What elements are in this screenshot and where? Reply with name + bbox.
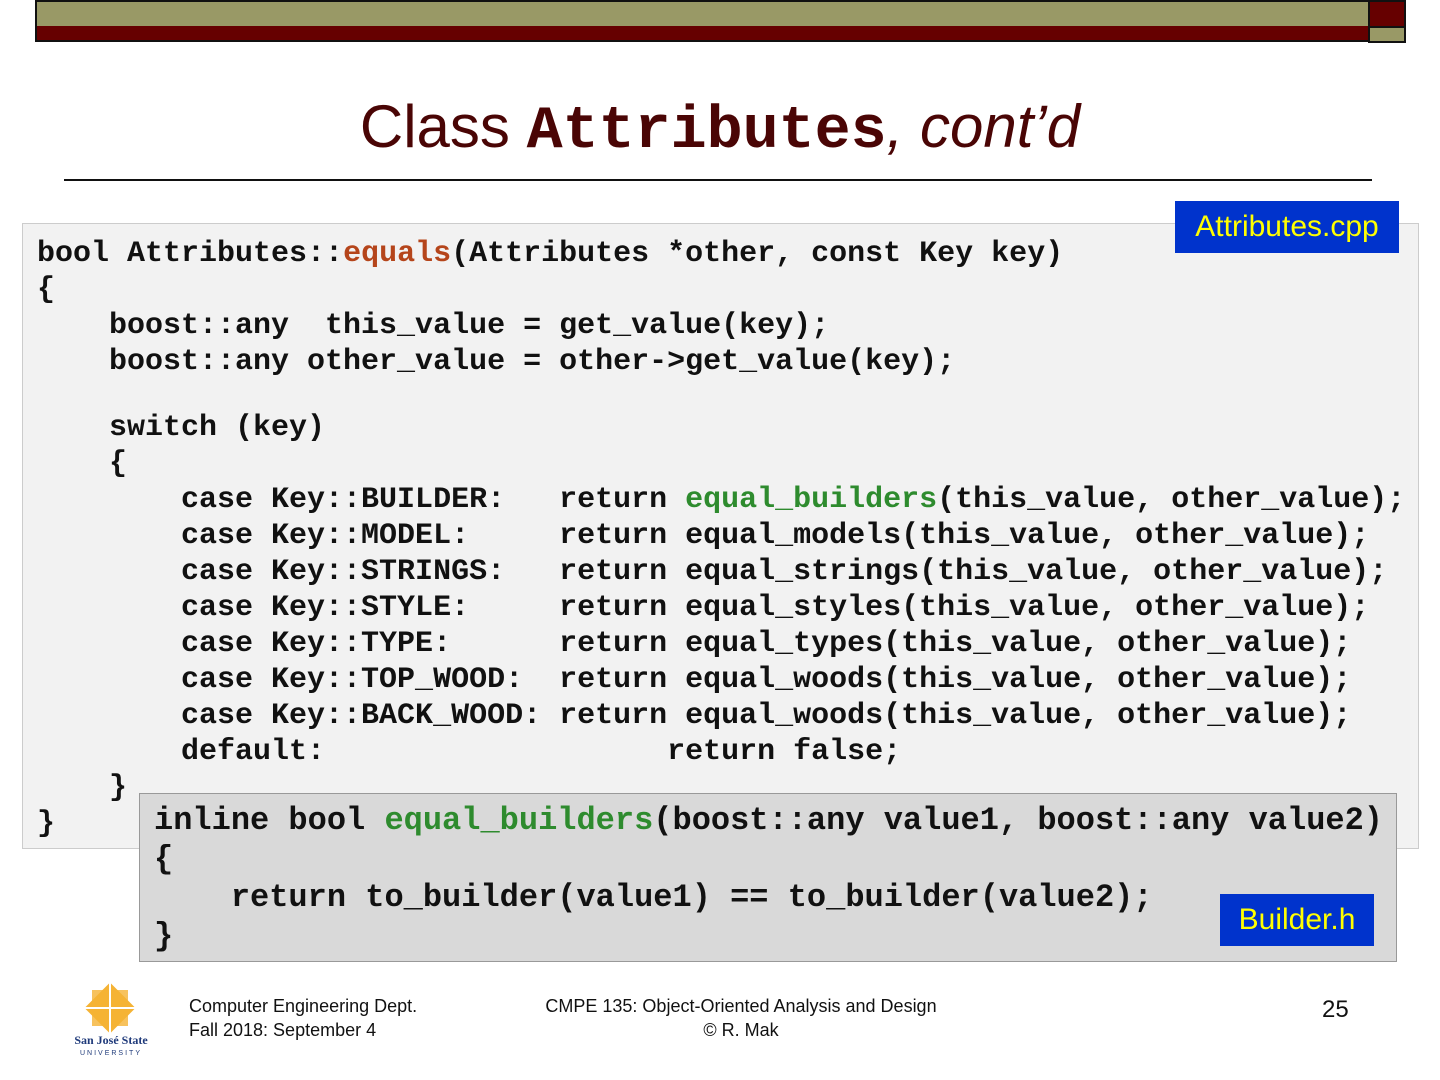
footer-author: © R. Mak (703, 1020, 779, 1040)
code-line: case Key::BUILDER: return equal_builders… (37, 482, 1418, 518)
code-line: } (154, 918, 1396, 957)
code-line: default: return false; (37, 734, 1418, 770)
footer-dept-text: Computer Engineering Dept. (189, 996, 418, 1016)
code-text: case Key::BACK_WOOD: return equal_woods(… (37, 699, 1352, 733)
code-block-inline: inline bool equal_builders(boost::any va… (139, 793, 1397, 962)
svg-text:San José State: San José State (74, 1033, 148, 1047)
svg-text:UNIVERSITY: UNIVERSITY (80, 1050, 142, 1057)
code-text: (this_value, other_value); (937, 483, 1406, 517)
footer-course-text: CMPE 135: Object-Oriented Analysis and D… (545, 996, 937, 1016)
code-text: } (37, 807, 56, 841)
page-number: 25 (1322, 996, 1349, 1023)
code-text: } (154, 917, 174, 955)
code-text: case Key::STYLE: return equal_styles(thi… (37, 591, 1370, 625)
code-text: { (37, 273, 56, 307)
code-text: case Key::TYPE: return equal_types(this_… (37, 627, 1352, 661)
code-line: inline bool equal_builders(boost::any va… (154, 802, 1396, 841)
file-label-cpp: Attributes.cpp (1175, 201, 1399, 253)
slide-title: Class Attributes, cont’d (0, 92, 1440, 167)
code-text: case Key::MODEL: return equal_models(thi… (37, 519, 1370, 553)
code-text: case Key::BUILDER: return (37, 483, 686, 517)
code-block-attributes: bool Attributes::equals(Attributes *othe… (22, 223, 1419, 849)
code-line: case Key::MODEL: return equal_models(thi… (37, 518, 1418, 554)
title-divider (64, 179, 1372, 181)
code-text: return to_builder(value1) == to_builder(… (154, 879, 1153, 916)
footer-course: CMPE 135: Object-Oriented Analysis and D… (520, 994, 962, 1042)
header-square-maroon (1368, 0, 1406, 28)
code-line: { (37, 272, 1418, 308)
code-text: case Key::TOP_WOOD: return equal_woods(t… (37, 663, 1352, 697)
code-function-name: equal_builders (384, 802, 654, 839)
code-text: (boost::any value1, boost::any value2) (653, 802, 1383, 839)
file-label-header: Builder.h (1220, 894, 1374, 946)
code-line: case Key::STRINGS: return equal_strings(… (37, 554, 1418, 590)
code-line: { (37, 446, 1418, 482)
title-prefix: Class (359, 93, 527, 160)
sjsu-logo: San José State UNIVERSITY (74, 982, 148, 1057)
title-suffix: , cont’d (886, 93, 1081, 160)
footer-dept: Computer Engineering Dept. Fall 2018: Sep… (189, 994, 417, 1042)
code-text: default: return false; (37, 735, 902, 769)
code-text: (Attributes *other, const Key key) (451, 237, 1064, 271)
header-bar-maroon (35, 26, 1371, 42)
code-text: boost::any other_value = other->get_valu… (37, 345, 956, 379)
code-text: } (37, 771, 128, 805)
title-code: Attributes (526, 98, 887, 166)
code-text: switch (key) (37, 411, 326, 445)
code-line: case Key::STYLE: return equal_styles(thi… (37, 590, 1418, 626)
code-text: inline bool (154, 802, 385, 839)
code-line: case Key::TYPE: return equal_types(this_… (37, 626, 1418, 662)
code-method-name: equals (343, 237, 452, 271)
code-line: { (154, 841, 1396, 880)
code-text: { (154, 840, 174, 878)
code-text: { (37, 447, 128, 481)
code-line: case Key::BACK_WOOD: return equal_woods(… (37, 698, 1418, 734)
code-text: bool Attributes:: (37, 237, 344, 271)
header-bar-olive (35, 0, 1371, 28)
header-square-olive (1368, 26, 1406, 43)
footer-term: Fall 2018: September 4 (189, 1020, 377, 1040)
code-function-name: equal_builders (685, 483, 938, 517)
code-line: case Key::TOP_WOOD: return equal_woods(t… (37, 662, 1418, 698)
code-text: case Key::STRINGS: return equal_strings(… (37, 555, 1388, 589)
code-line: boost::any other_value = other->get_valu… (37, 344, 1418, 380)
code-line: boost::any this_value = get_value(key); (37, 308, 1418, 344)
code-line: switch (key) (37, 410, 1418, 446)
code-line: return to_builder(value1) == to_builder(… (154, 879, 1396, 918)
code-text: boost::any this_value = get_value(key); (37, 309, 830, 343)
